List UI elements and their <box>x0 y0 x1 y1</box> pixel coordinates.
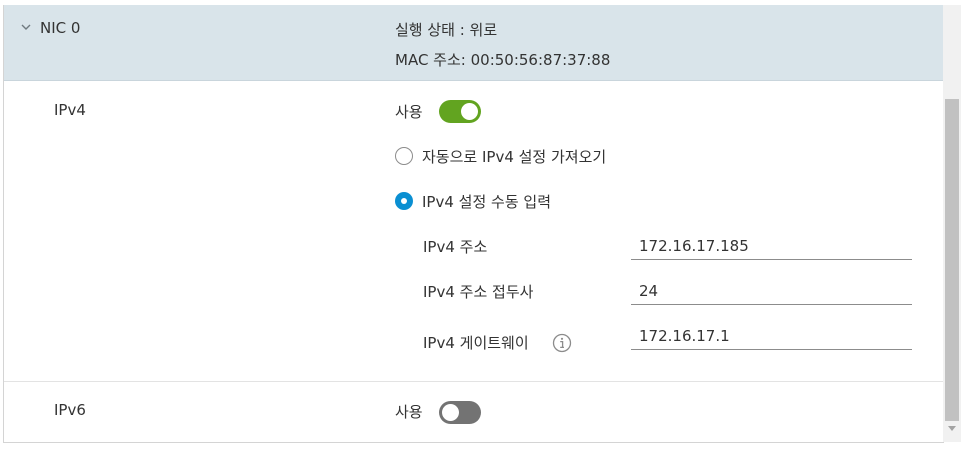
ipv4-use-label: 사용 <box>395 103 423 121</box>
nic-settings-panel: NIC 0 실행 상태 : 위로 MAC 주소: 00:50:56:87:37:… <box>3 5 944 443</box>
ipv4-section-label: IPv4 <box>54 101 86 119</box>
info-icon[interactable] <box>552 333 572 353</box>
scroll-down-arrow-icon[interactable] <box>948 426 956 431</box>
scrollbar-thumb[interactable] <box>945 99 959 421</box>
toggle-knob <box>461 103 478 120</box>
ipv4-enable-toggle[interactable] <box>439 100 481 123</box>
ipv4-prefix-label: IPv4 주소 접두사 <box>423 283 534 301</box>
ipv4-gateway-input[interactable] <box>631 323 912 350</box>
ipv4-manual-radio-label[interactable]: IPv4 설정 수동 입력 <box>422 191 551 212</box>
chevron-down-icon[interactable] <box>19 20 33 34</box>
ipv4-gateway-label: IPv4 게이트웨이 <box>423 334 529 352</box>
nic-title: NIC 0 <box>40 19 81 37</box>
ipv4-address-label: IPv4 주소 <box>423 238 488 256</box>
ipv4-address-input[interactable] <box>631 233 912 260</box>
vertical-scrollbar[interactable] <box>943 5 961 442</box>
run-status: 실행 상태 : 위로 <box>395 21 498 39</box>
nic-header[interactable]: NIC 0 실행 상태 : 위로 MAC 주소: 00:50:56:87:37:… <box>4 5 944 81</box>
ipv6-enable-toggle[interactable] <box>439 401 481 424</box>
ipv4-auto-radio-label[interactable]: 자동으로 IPv4 설정 가져오기 <box>422 146 606 167</box>
mac-address: MAC 주소: 00:50:56:87:37:88 <box>395 51 611 69</box>
section-divider <box>4 381 944 382</box>
ipv4-auto-radio[interactable] <box>395 147 413 165</box>
toggle-knob <box>442 404 459 421</box>
ipv6-section-label: IPv6 <box>54 401 86 419</box>
ipv4-prefix-input[interactable] <box>631 278 912 305</box>
ipv4-manual-radio[interactable] <box>395 192 413 210</box>
ipv6-use-label: 사용 <box>395 403 423 421</box>
